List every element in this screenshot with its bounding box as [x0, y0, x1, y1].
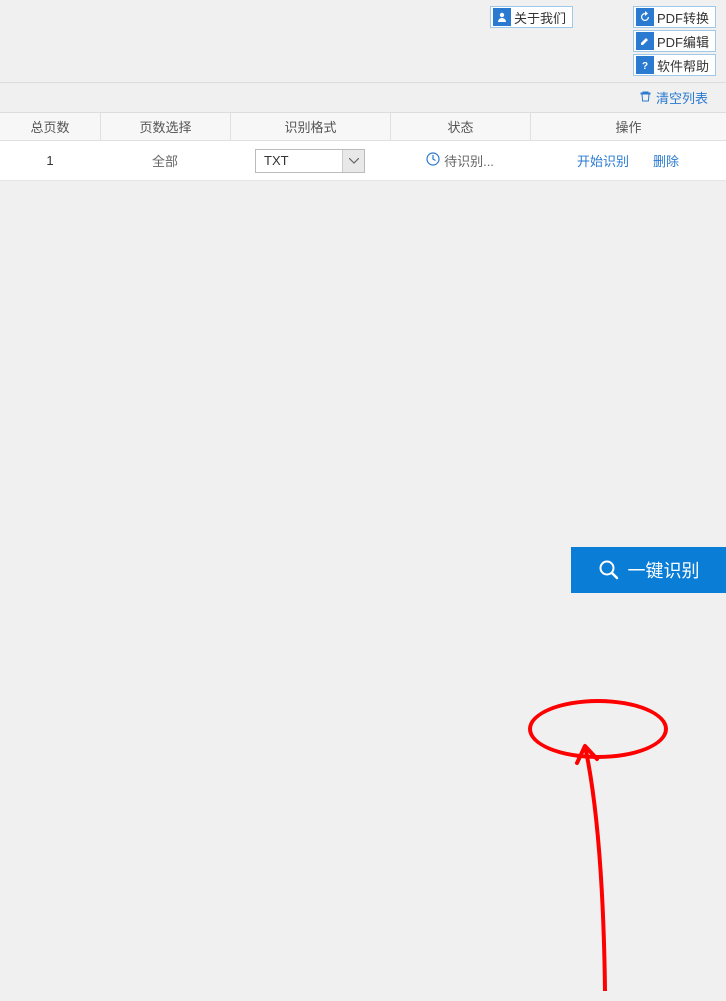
cell-status: 待识别...: [390, 151, 530, 170]
header-format: 识别格式: [230, 113, 390, 140]
pdf-edit-label: PDF编辑: [657, 32, 709, 51]
format-value: TXT: [256, 153, 342, 168]
svg-text:?: ?: [642, 61, 648, 71]
header-action: 操作: [530, 113, 726, 140]
cell-action: 开始识别 删除: [530, 151, 726, 170]
table-header: 总页数 页数选择 识别格式 状态 操作: [0, 113, 726, 141]
delete-button[interactable]: 删除: [653, 151, 679, 170]
clear-list-label: 清空列表: [656, 88, 708, 107]
refresh-icon: [636, 8, 654, 26]
format-select[interactable]: TXT: [255, 149, 365, 173]
chevron-down-icon: [342, 150, 364, 172]
start-recognize-button[interactable]: 开始识别: [577, 151, 629, 170]
header-status: 状态: [390, 113, 530, 140]
clock-icon: [426, 152, 440, 169]
top-links-right: PDF转换 PDF编辑 ? 软件帮助: [633, 6, 716, 76]
trash-icon: [639, 90, 652, 106]
annotation-arrow: [555, 731, 615, 1001]
header-page-select: 页数选择: [100, 113, 230, 140]
edit-icon: [636, 32, 654, 50]
search-icon: [598, 559, 620, 581]
pdf-edit-link[interactable]: PDF编辑: [633, 30, 716, 52]
cell-format: TXT: [230, 149, 390, 173]
status-text: 待识别...: [444, 151, 494, 170]
content-area: [0, 181, 726, 571]
clear-bar: 清空列表: [0, 83, 726, 113]
cell-page-select: 全部: [100, 151, 230, 170]
help-label: 软件帮助: [657, 56, 709, 75]
person-icon: [493, 8, 511, 26]
header-pages: 总页数: [0, 113, 100, 140]
clear-list-button[interactable]: 清空列表: [639, 88, 708, 107]
annotation-ellipse: [528, 699, 668, 759]
help-link[interactable]: ? 软件帮助: [633, 54, 716, 76]
one-click-label: 一键识别: [628, 557, 700, 583]
top-links-left: 关于我们: [490, 6, 573, 76]
table-row: 1 全部 TXT 待识别... 开始识别 删除: [0, 141, 726, 181]
about-link[interactable]: 关于我们: [490, 6, 573, 28]
pdf-convert-link[interactable]: PDF转换: [633, 6, 716, 28]
question-icon: ?: [636, 56, 654, 74]
one-click-recognize-button[interactable]: 一键识别: [571, 547, 726, 593]
about-label: 关于我们: [514, 8, 566, 27]
top-bar: 关于我们 PDF转换 PDF编辑 ? 软件帮助: [0, 0, 726, 83]
pdf-convert-label: PDF转换: [657, 8, 709, 27]
cell-pages: 1: [0, 153, 100, 168]
